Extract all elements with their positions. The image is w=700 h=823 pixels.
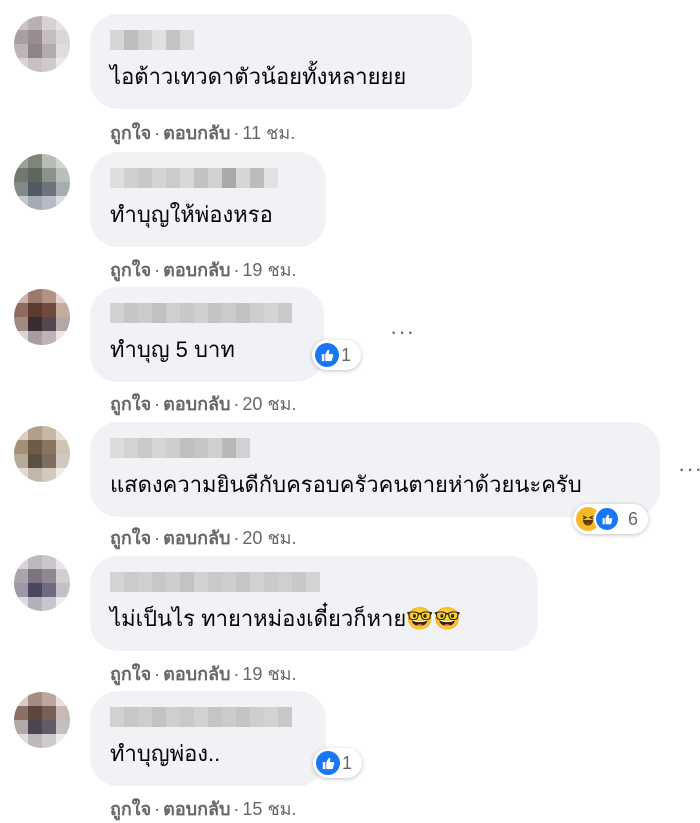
separator: · (154, 394, 161, 414)
like-link[interactable]: ถูกใจ (110, 799, 151, 819)
reply-link[interactable]: ตอบกลับ (163, 528, 230, 548)
like-link[interactable]: ถูกใจ (110, 260, 151, 280)
like-icon (594, 506, 620, 532)
comment-text: ทำบุญ 5 บาท (110, 337, 235, 362)
comment: ทำบุญพ่อง.. 1 ถูกใจ · ตอบกลับ · 15 ชม. (0, 690, 700, 823)
commenter-name[interactable] (110, 30, 194, 50)
comment-text: ทำบุญพ่อง.. (110, 741, 221, 766)
separator: · (233, 664, 240, 684)
timestamp[interactable]: 15 ชม. (242, 799, 296, 819)
comment: ทำบุญ 5 บาท 1 ··· ถูกใจ · ตอบกลับ · 20 ชม. (0, 285, 700, 420)
timestamp[interactable]: 20 ชม. (242, 528, 296, 548)
separator: · (154, 799, 161, 819)
more-options-icon[interactable]: ··· (390, 319, 415, 345)
reply-link[interactable]: ตอบกลับ (163, 260, 230, 280)
commenter-name[interactable] (110, 303, 292, 323)
commenter-name[interactable] (110, 168, 278, 188)
separator: · (233, 799, 240, 819)
separator: · (233, 123, 240, 143)
separator: · (154, 123, 161, 143)
comment-bubble: ไม่เป็นไร ทายาหม่องเดี๋ยวก็หาย🤓🤓 (90, 556, 538, 651)
reaction-count[interactable]: 1 (312, 340, 362, 370)
comment-actions: ถูกใจ · ตอบกลับ · 20 ชม. (110, 389, 297, 418)
comment-bubble: แสดงความยินดีกับครอบครัวคนตายห่าด้วยนะคร… (90, 422, 660, 517)
separator: · (154, 664, 161, 684)
separator: · (233, 528, 240, 548)
comment: ทำบุญให้พ่องหรอ ถูกใจ · ตอบกลับ · 19 ชม. (0, 150, 700, 285)
timestamp[interactable]: 19 ชม. (242, 260, 296, 280)
reaction-count[interactable]: 1 (313, 748, 363, 778)
commenter-name[interactable] (110, 572, 320, 592)
avatar[interactable] (14, 16, 70, 72)
separator: · (233, 260, 240, 280)
like-link[interactable]: ถูกใจ (110, 664, 151, 684)
comment-actions: ถูกใจ · ตอบกลับ · 15 ชม. (110, 794, 297, 823)
more-options-icon[interactable]: ··· (678, 456, 700, 482)
like-link[interactable]: ถูกใจ (110, 123, 151, 143)
comment-text: ไม่เป็นไร ทายาหม่องเดี๋ยวก็หาย🤓🤓 (110, 606, 462, 631)
comment-actions: ถูกใจ · ตอบกลับ · 19 ชม. (110, 659, 297, 688)
separator: · (154, 528, 161, 548)
comment: ไม่เป็นไร ทายาหม่องเดี๋ยวก็หาย🤓🤓 ถูกใจ · ต… (0, 555, 700, 690)
timestamp[interactable]: 20 ชม. (242, 394, 296, 414)
reaction-number: 1 (341, 344, 352, 365)
reply-link[interactable]: ตอบกลับ (163, 799, 230, 819)
commenter-name[interactable] (110, 438, 250, 458)
comment-bubble: ทำบุญพ่อง.. (90, 691, 326, 786)
like-link[interactable]: ถูกใจ (110, 394, 151, 414)
like-link[interactable]: ถูกใจ (110, 528, 151, 548)
reaction-number: 6 (628, 508, 639, 529)
timestamp[interactable]: 19 ชม. (242, 664, 296, 684)
comment-actions: ถูกใจ · ตอบกลับ · 19 ชม. (110, 255, 297, 284)
avatar[interactable] (14, 692, 70, 748)
comment-actions: ถูกใจ · ตอบกลับ · 20 ชม. (110, 523, 297, 552)
avatar[interactable] (14, 289, 70, 345)
reaction-count[interactable]: 6 (573, 504, 649, 534)
comment-bubble: ทำบุญให้พ่องหรอ (90, 152, 326, 247)
avatar[interactable] (14, 154, 70, 210)
comment-text: ทำบุญให้พ่องหรอ (110, 202, 273, 227)
timestamp[interactable]: 11 ชม. (242, 123, 295, 143)
separator: · (154, 260, 161, 280)
avatar[interactable] (14, 426, 70, 482)
reply-link[interactable]: ตอบกลับ (163, 394, 230, 414)
comment-actions: ถูกใจ · ตอบกลับ · 11 ชม. (110, 118, 295, 147)
commenter-name[interactable] (110, 707, 292, 727)
avatar[interactable] (14, 555, 70, 611)
like-icon (316, 751, 340, 775)
comment-text: แสดงความยินดีกับครอบครัวคนตายห่าด้วยนะคร… (110, 472, 582, 497)
reply-link[interactable]: ตอบกลับ (163, 123, 230, 143)
separator: · (233, 394, 240, 414)
comment-bubble: ไอต้าวเทวดาตัวน้อยทั้งหลายยย (90, 14, 472, 109)
reply-link[interactable]: ตอบกลับ (163, 664, 230, 684)
like-icon (315, 343, 339, 367)
comment-bubble: ทำบุญ 5 บาท (90, 287, 324, 382)
comment: แสดงความยินดีกับครอบครัวคนตายห่าด้วยนะคร… (0, 420, 700, 555)
comment-text: ไอต้าวเทวดาตัวน้อยทั้งหลายยย (110, 64, 407, 89)
comment: ไอต้าวเทวดาตัวน้อยทั้งหลายยย ถูกใจ · ตอบกล… (0, 0, 700, 150)
reaction-number: 1 (342, 752, 353, 773)
